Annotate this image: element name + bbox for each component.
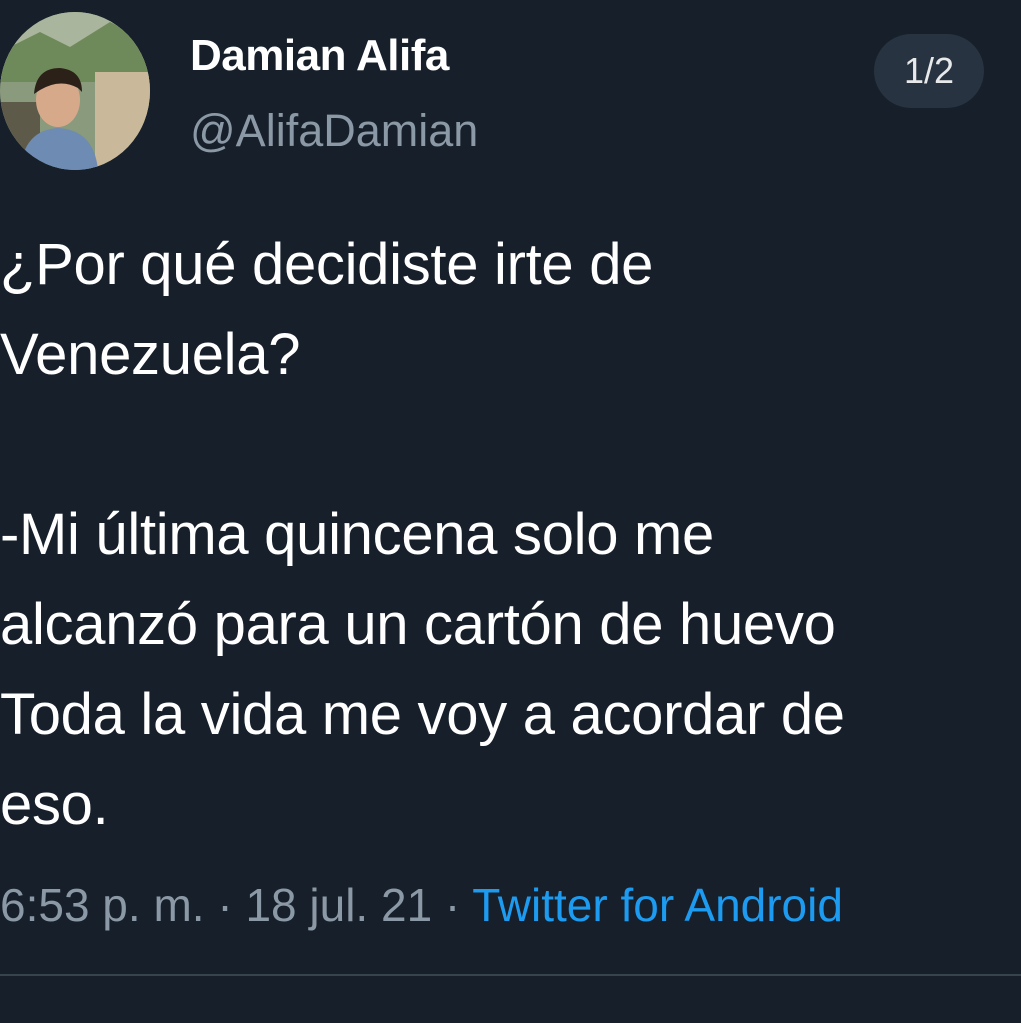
author-display-name[interactable]: Damian Alifa (190, 31, 449, 81)
avatar[interactable] (0, 12, 150, 170)
tweet-text-line: -Mi última quincena solo me (0, 502, 714, 567)
meta-separator: · (204, 879, 246, 931)
tweet-source-link[interactable]: Twitter for Android (472, 879, 843, 931)
meta-separator: · (432, 879, 473, 931)
tweet-text-line: Venezuela? (0, 322, 301, 387)
tweet-time[interactable]: 6:53 p. m. (0, 879, 205, 931)
author-handle[interactable]: @AlifaDamian (190, 105, 478, 157)
tweet-date[interactable]: 18 jul. 21 (245, 879, 432, 931)
tweet-metadata: 6:53 p. m. · 18 jul. 21 · Twitter for An… (0, 878, 843, 932)
thread-indicator-badge: 1/2 (874, 34, 984, 108)
tweet-text-line: ¿Por qué decidiste irte de (0, 232, 654, 297)
tweet-text-line: alcanzó para un cartón de huevo (0, 592, 836, 657)
divider (0, 974, 1021, 976)
tweet-text-line: Toda la vida me voy a acordar de (0, 682, 845, 747)
tweet-text-line: eso. (0, 772, 109, 837)
tweet-card: Damian Alifa @AlifaDamian 1/2 ¿Por qué d… (0, 0, 1021, 1023)
tweet-text: ¿Por qué decidiste irte de Venezuela? -M… (0, 220, 1021, 850)
